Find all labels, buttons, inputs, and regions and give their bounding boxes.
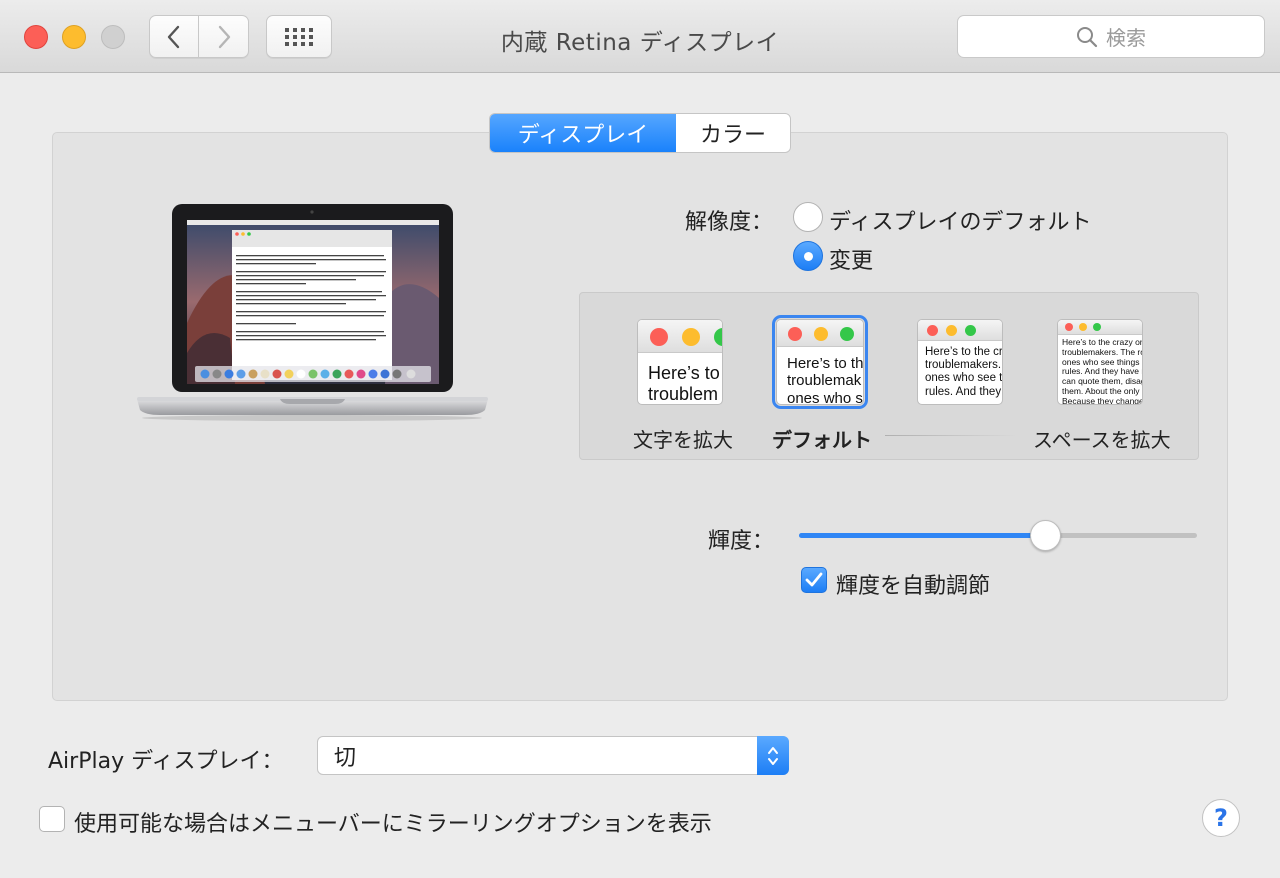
mirroring-options-checkbox[interactable] [39,806,65,832]
scale-preview-text: Here’s to the cr troublemakers. ones who… [925,346,1003,398]
brightness-slider-knob[interactable] [1030,520,1061,551]
search-field[interactable]: 検索 [957,15,1265,58]
airplay-selected-value: 切 [334,745,357,771]
tab-display[interactable]: ディスプレイ [490,114,676,152]
scale-divider [885,435,1015,436]
scale-option-larger-text[interactable]: Here’s to troublem [637,319,723,405]
search-icon [1077,26,1098,47]
resolution-default-radio[interactable] [793,202,823,232]
scale-preview-text: Here’s to th troublemak ones who s [787,355,864,405]
brightness-slider[interactable] [799,533,1197,538]
segmented-tabs: ディスプレイ カラー [489,113,791,153]
scale-label-default: デフォルト [772,428,872,452]
scale-option-default[interactable]: Here’s to th troublemak ones who s [772,315,868,409]
tab-color[interactable]: カラー [676,114,790,152]
search-placeholder: 検索 [1106,26,1146,50]
scale-preview-text: Here’s to troublem [648,363,720,404]
select-arrows[interactable] [757,736,789,775]
brightness-label: 輝度： [708,529,775,554]
mirroring-options-label[interactable]: 使用可能な場合はメニューバーにミラーリングオプションを表示 [74,806,712,838]
auto-brightness-label[interactable]: 輝度を自動調節 [836,568,990,600]
resolution-scaled-label[interactable]: 変更 [829,243,873,275]
airplay-label: AirPlay ディスプレイ： [48,749,284,774]
updown-chevron-icon [768,746,778,765]
scale-option-medium[interactable]: Here’s to the cr troublemakers. ones who… [917,319,1003,405]
airplay-display-select[interactable]: 切 [317,736,789,775]
scale-label-larger-text: 文字を拡大 [633,428,733,452]
resolution-label: 解像度： [685,210,774,235]
resolution-default-label[interactable]: ディスプレイのデフォルト [829,204,1091,236]
help-button[interactable]: ? [1202,799,1240,837]
scale-option-more-space[interactable]: Here’s to the crazy one troublemakers. T… [1057,319,1143,405]
scale-preview-text: Here’s to the crazy one troublemakers. T… [1062,337,1143,405]
brightness-slider-fill [799,533,1046,538]
resolution-scaled-radio[interactable] [793,241,823,271]
auto-brightness-checkbox[interactable] [801,567,827,593]
scale-label-more-space: スペースを拡大 [1033,428,1171,452]
macbook-illustration [137,204,488,421]
checkmark-icon [805,572,823,587]
title-bar: 内蔵 Retina ディスプレイ 検索 [0,0,1280,73]
